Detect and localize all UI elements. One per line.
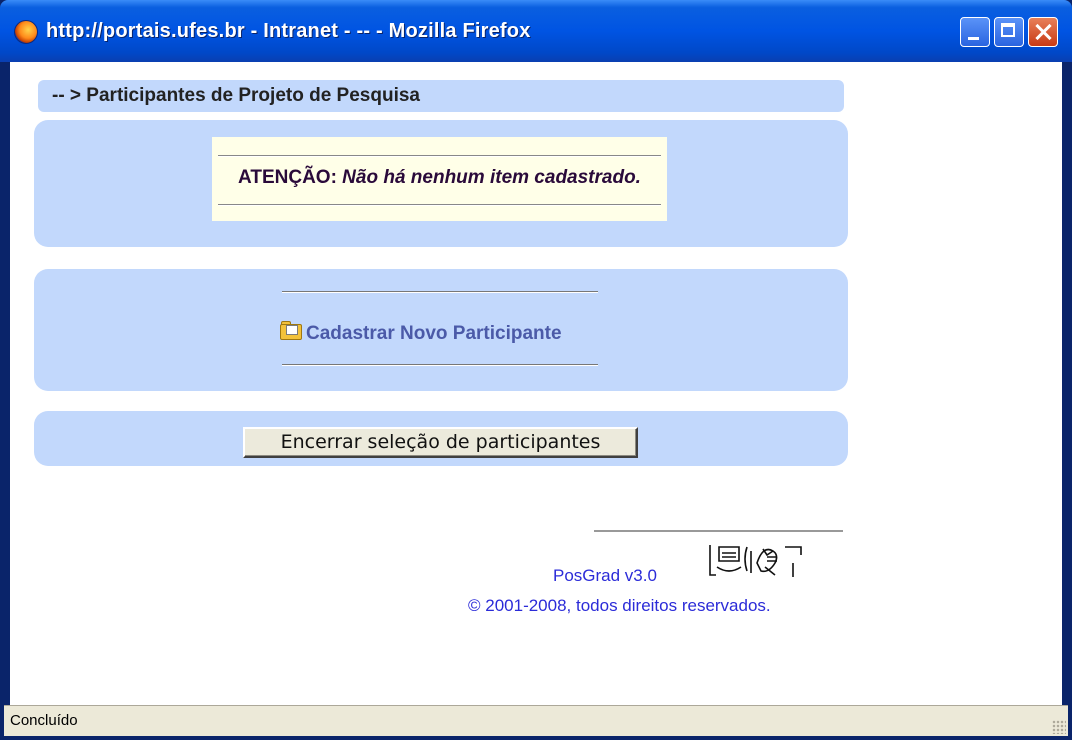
- alert-message: Não há nenhum item cadastrado.: [342, 167, 641, 188]
- alert-divider-top: [218, 155, 661, 157]
- title-bar[interactable]: http://portais.ufes.br - Intranet - -- -…: [0, 0, 1072, 62]
- breadcrumb: -- > Participantes de Projeto de Pesquis…: [38, 80, 844, 112]
- status-text: Concluído: [10, 712, 78, 729]
- status-bar: Concluído: [4, 705, 1068, 736]
- alert-label: ATENÇÃO:: [238, 167, 337, 188]
- footer-version: PosGrad v3.0: [553, 566, 657, 585]
- add-participant-link[interactable]: Cadastrar Novo Participante: [280, 321, 562, 347]
- close-button[interactable]: [1028, 17, 1058, 47]
- folder-icon: [280, 321, 302, 340]
- firefox-icon: [14, 20, 38, 44]
- footer-copyright: © 2001-2008, todos direitos reservados.: [468, 596, 771, 615]
- browser-window: http://portais.ufes.br - Intranet - -- -…: [0, 0, 1072, 740]
- window-title: http://portais.ufes.br - Intranet - -- -…: [46, 20, 531, 42]
- end-selection-panel: Encerrar seleção de participantes: [34, 411, 848, 466]
- add-participant-label[interactable]: Cadastrar Novo Participante: [306, 323, 562, 345]
- resize-grip-icon[interactable]: [1052, 720, 1066, 734]
- divider-top: [282, 291, 598, 293]
- minimize-button[interactable]: [960, 17, 990, 47]
- divider-bottom: [282, 364, 598, 366]
- footer-divider: [594, 530, 843, 532]
- end-selection-button[interactable]: Encerrar seleção de participantes: [243, 427, 638, 458]
- alert-text: ATENÇÃO: Não há nenhum item cadastrado.: [212, 167, 667, 189]
- posgrad-logo: [709, 545, 802, 577]
- alert-panel: ATENÇÃO: Não há nenhum item cadastrado.: [34, 120, 848, 247]
- add-participant-panel: Cadastrar Novo Participante: [34, 269, 848, 391]
- maximize-button[interactable]: [994, 17, 1024, 47]
- page-content: -- > Participantes de Projeto de Pesquis…: [10, 62, 1062, 705]
- alert-box: ATENÇÃO: Não há nenhum item cadastrado.: [212, 137, 667, 221]
- alert-divider-bottom: [218, 204, 661, 206]
